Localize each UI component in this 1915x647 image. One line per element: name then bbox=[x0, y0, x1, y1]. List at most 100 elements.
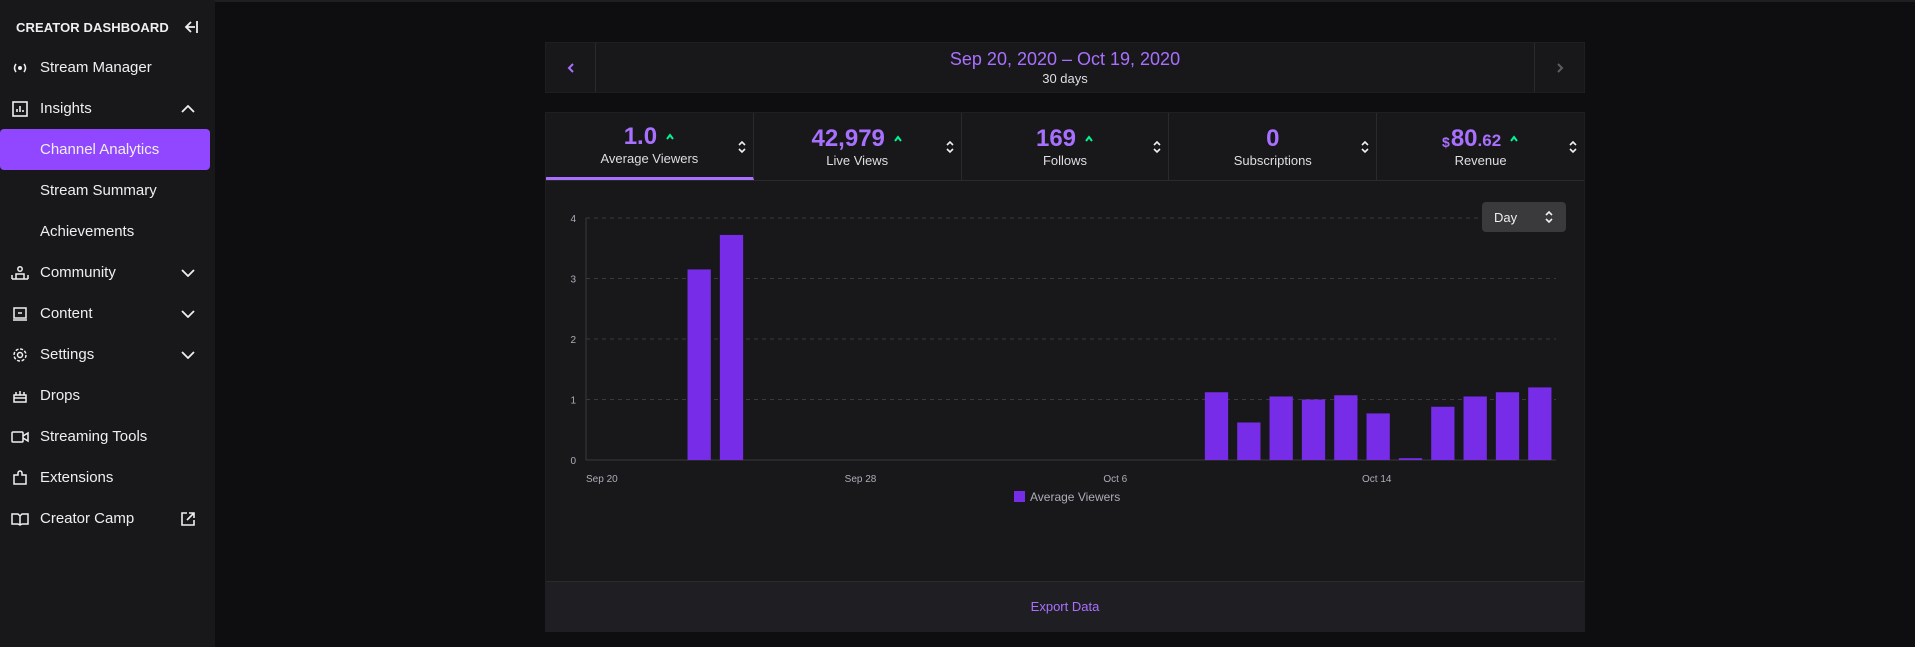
date-range-display[interactable]: Sep 20, 2020 – Oct 19, 2020 30 days bbox=[596, 43, 1534, 92]
stat-label: Subscriptions bbox=[1233, 152, 1312, 168]
sidebar-item-streaming-tools[interactable]: Streaming Tools bbox=[0, 416, 210, 457]
bar bbox=[1431, 406, 1455, 460]
bar bbox=[1528, 387, 1552, 460]
bar bbox=[1463, 396, 1487, 460]
stat-follows[interactable]: 169 Follows bbox=[962, 113, 1170, 180]
chart-area: Day 0 1 2 3 4 Sep 20 Sep 28 Oct 6 Oct 14 Average … bbox=[546, 182, 1584, 562]
sidebar-title: CREATOR DASHBOARD bbox=[16, 19, 169, 35]
stat-value: 80 bbox=[1450, 124, 1478, 152]
sidebar-item-creator-camp[interactable]: Creator Camp bbox=[0, 498, 210, 539]
chevron-right-icon bbox=[1556, 62, 1563, 73]
content-icon bbox=[10, 304, 30, 324]
stat-revenue[interactable]: $ 80 .62 Revenue bbox=[1377, 113, 1584, 180]
trend-up-icon bbox=[894, 134, 902, 142]
stat-cents: .62 bbox=[1477, 130, 1502, 150]
stat-label: Revenue bbox=[1454, 152, 1507, 168]
sort-icon bbox=[1153, 140, 1161, 154]
next-period-button[interactable] bbox=[1534, 43, 1584, 92]
bar bbox=[1204, 392, 1229, 460]
sidebar-item-label: Content bbox=[40, 305, 93, 322]
legend-label: Average Viewers bbox=[1030, 490, 1120, 504]
trend-up-icon bbox=[666, 133, 674, 140]
sidebar-item-community[interactable]: Community bbox=[0, 252, 210, 293]
stat-value: 1.0 bbox=[623, 123, 658, 150]
sidebar-item-stream-manager[interactable]: Stream Manager bbox=[0, 47, 210, 88]
stat-subscriptions[interactable]: 0 Subscriptions bbox=[1169, 113, 1378, 180]
bar bbox=[1495, 392, 1520, 460]
y-tick-label: 4 bbox=[570, 214, 576, 225]
stat-live-views[interactable]: 42,979 Live Views bbox=[754, 113, 962, 180]
chevron-down-icon bbox=[178, 263, 198, 283]
settings-icon bbox=[10, 345, 30, 365]
bar bbox=[1269, 396, 1293, 460]
sidebar-item-label: Achievements bbox=[40, 223, 135, 240]
x-tick-label: Oct 6 bbox=[1103, 474, 1127, 485]
bar bbox=[1334, 395, 1358, 460]
stat-value: 42,979 bbox=[811, 124, 885, 152]
sidebar-item-drops[interactable]: Drops bbox=[0, 375, 210, 416]
sidebar-item-label: Extensions bbox=[40, 469, 114, 486]
sidebar-item-settings[interactable]: Settings bbox=[0, 334, 210, 375]
previous-period-button[interactable] bbox=[546, 43, 596, 92]
stats-panel: 1.0 Average Viewers 42,979 Live Views 16… bbox=[545, 112, 1585, 632]
bar bbox=[1237, 422, 1261, 460]
trend-up-icon bbox=[1510, 134, 1518, 142]
external-link-icon bbox=[178, 509, 198, 529]
stat-currency: $ bbox=[1442, 133, 1450, 150]
stat-value: 169 bbox=[1035, 124, 1077, 152]
bar bbox=[687, 269, 711, 460]
sidebar-item-label: Community bbox=[40, 264, 116, 281]
bar bbox=[1301, 399, 1326, 460]
sidebar-item-achievements[interactable]: Achievements bbox=[0, 211, 210, 252]
creator-camp-icon bbox=[10, 509, 30, 529]
export-data-link[interactable]: Export Data bbox=[1031, 599, 1100, 614]
sidebar: CREATOR DASHBOARD Stream Manager Insight… bbox=[0, 0, 215, 647]
sidebar-item-label: Stream Summary bbox=[40, 182, 157, 199]
broadcast-icon bbox=[10, 58, 30, 78]
granularity-value: Day bbox=[1494, 209, 1518, 225]
trend-up-icon bbox=[1085, 134, 1093, 142]
x-tick-label: Sep 28 bbox=[845, 474, 877, 485]
bar bbox=[1366, 413, 1390, 460]
average-viewers-bar-chart: 0 1 2 3 4 Sep 20 Sep 28 Oct 6 Oct 14 Average View… bbox=[570, 214, 1556, 504]
chevron-down-icon bbox=[178, 345, 198, 365]
sort-icon bbox=[1361, 140, 1369, 154]
stat-average-viewers[interactable]: 1.0 Average Viewers bbox=[546, 113, 754, 180]
sort-icon bbox=[1569, 140, 1577, 154]
insights-icon bbox=[10, 99, 30, 119]
sidebar-item-channel-analytics[interactable]: Channel Analytics bbox=[0, 129, 210, 170]
sidebar-item-label: Streaming Tools bbox=[40, 428, 148, 445]
x-tick-label: Oct 14 bbox=[1362, 474, 1392, 485]
sidebar-item-insights[interactable]: Insights bbox=[0, 88, 210, 129]
export-bar: Export Data bbox=[546, 581, 1584, 631]
y-tick-label: 0 bbox=[570, 456, 576, 467]
chevron-up-icon bbox=[178, 99, 198, 119]
collapse-sidebar-icon[interactable] bbox=[181, 17, 201, 37]
sidebar-item-label: Channel Analytics bbox=[40, 141, 160, 158]
y-tick-label: 1 bbox=[570, 396, 576, 407]
bar bbox=[719, 234, 744, 460]
sort-icon bbox=[946, 140, 954, 154]
legend-swatch bbox=[1014, 491, 1025, 502]
sidebar-item-content[interactable]: Content bbox=[0, 293, 210, 334]
sort-icon bbox=[738, 140, 746, 154]
granularity-select[interactable]: Day bbox=[1482, 202, 1566, 232]
x-tick-label: Sep 20 bbox=[586, 474, 618, 485]
sidebar-item-label: Insights bbox=[40, 100, 92, 117]
sidebar-item-stream-summary[interactable]: Stream Summary bbox=[0, 170, 210, 211]
drops-icon bbox=[10, 386, 30, 406]
chevron-left-icon bbox=[567, 62, 574, 73]
community-icon bbox=[10, 263, 30, 283]
select-arrows-icon bbox=[1545, 210, 1553, 224]
date-range-picker: Sep 20, 2020 – Oct 19, 2020 30 days bbox=[545, 42, 1585, 93]
extensions-icon bbox=[10, 468, 30, 488]
sidebar-item-label: Creator Camp bbox=[40, 510, 135, 527]
stat-label: Follows bbox=[1042, 152, 1088, 168]
y-tick-label: 3 bbox=[570, 275, 576, 286]
stat-value: 0 bbox=[1266, 124, 1280, 152]
sidebar-header: CREATOR DASHBOARD bbox=[0, 0, 215, 54]
main-content: Sep 20, 2020 – Oct 19, 2020 30 days 1.0 … bbox=[215, 0, 1915, 647]
sidebar-item-extensions[interactable]: Extensions bbox=[0, 457, 210, 498]
sidebar-item-label: Drops bbox=[40, 387, 81, 404]
bar bbox=[1398, 458, 1423, 460]
